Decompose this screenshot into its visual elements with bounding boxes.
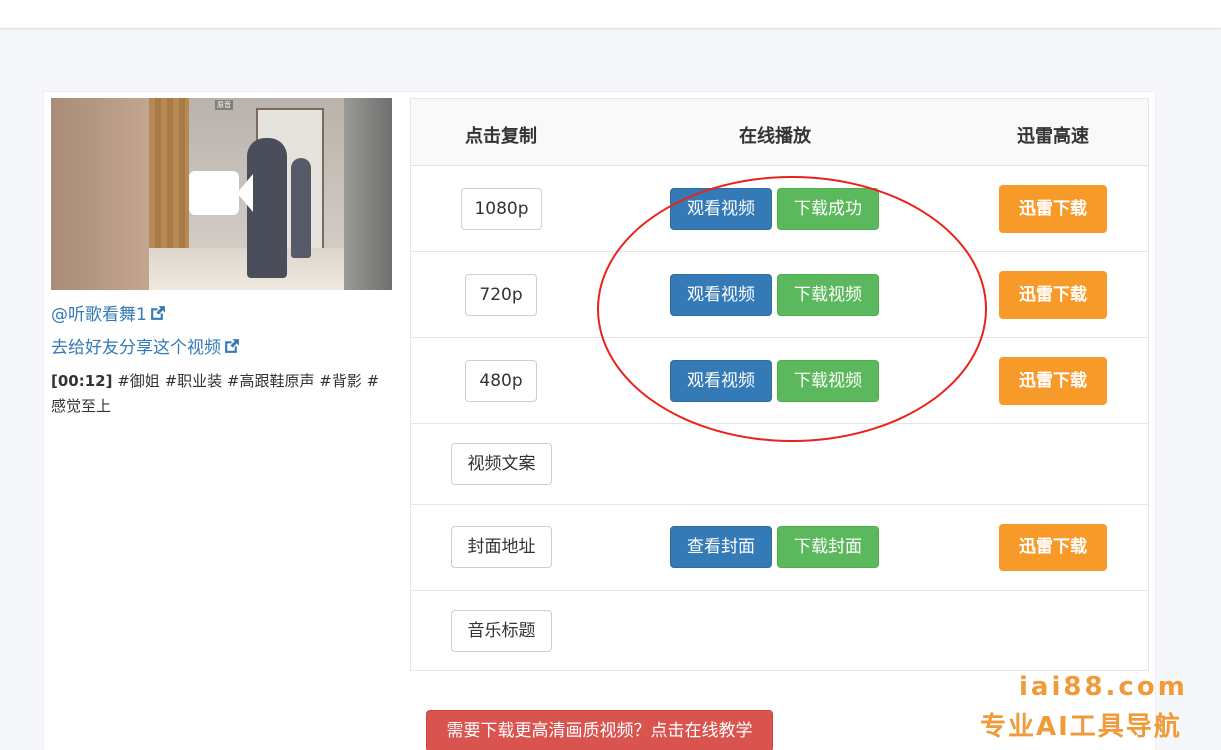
thumbnail-dancer	[247, 138, 287, 278]
copy-cover-url-button[interactable]: 封面地址	[451, 526, 552, 568]
thumbnail-blur-left	[51, 98, 149, 290]
thunder-download-button[interactable]: 迅雷下载	[999, 185, 1107, 233]
video-camera-icon-lens	[237, 174, 253, 212]
author-link[interactable]: @听歌看舞1	[51, 300, 166, 325]
tutorial-button[interactable]: 需要下载更高清画质视频？点击在线教学	[426, 710, 773, 750]
thunder-download-button[interactable]: 迅雷下载	[999, 524, 1107, 571]
row-divider	[411, 590, 1148, 591]
header-online-play: 在线播放	[739, 126, 811, 147]
watermark-domain: iai88.com	[1019, 672, 1188, 702]
copy-1080p-button[interactable]: 1080p	[461, 188, 542, 230]
share-link-label: 去给好友分享这个视频	[51, 338, 221, 358]
share-link[interactable]: 去给好友分享这个视频	[51, 333, 240, 358]
watermark-slogan: 专业AI工具导航	[980, 712, 1182, 742]
header-thunder: 迅雷高速	[1017, 126, 1089, 147]
thunder-download-button[interactable]: 迅雷下载	[999, 357, 1107, 405]
download-cover-button[interactable]: 下载封面	[777, 526, 879, 568]
table-header: 点击复制 在线播放 迅雷高速	[411, 99, 1148, 166]
external-link-icon	[150, 306, 165, 320]
copy-480p-button[interactable]: 480p	[465, 360, 537, 402]
video-description: [00:12] #御姐 #职业装 #高跟鞋原声 #背影 #感觉至上	[51, 369, 391, 419]
video-thumbnail[interactable]: 原音	[51, 98, 392, 290]
top-navbar	[0, 0, 1221, 29]
thunder-download-button[interactable]: 迅雷下载	[999, 271, 1107, 319]
video-duration: [00:12]	[51, 372, 113, 390]
view-cover-button[interactable]: 查看封面	[670, 526, 772, 568]
author-link-label: @听歌看舞1	[51, 305, 147, 325]
audio-badge: 原音	[215, 100, 233, 110]
copy-video-caption-button[interactable]: 视频文案	[451, 443, 552, 485]
thumbnail-reflection	[291, 158, 311, 258]
video-camera-icon	[189, 171, 239, 215]
copy-music-title-button[interactable]: 音乐标题	[451, 610, 552, 652]
external-link-icon	[225, 339, 239, 353]
annotation-circle	[597, 176, 987, 442]
thumbnail-blur-right	[344, 98, 392, 290]
row-divider	[411, 504, 1148, 505]
copy-720p-button[interactable]: 720p	[465, 274, 537, 316]
header-copy: 点击复制	[465, 126, 537, 147]
